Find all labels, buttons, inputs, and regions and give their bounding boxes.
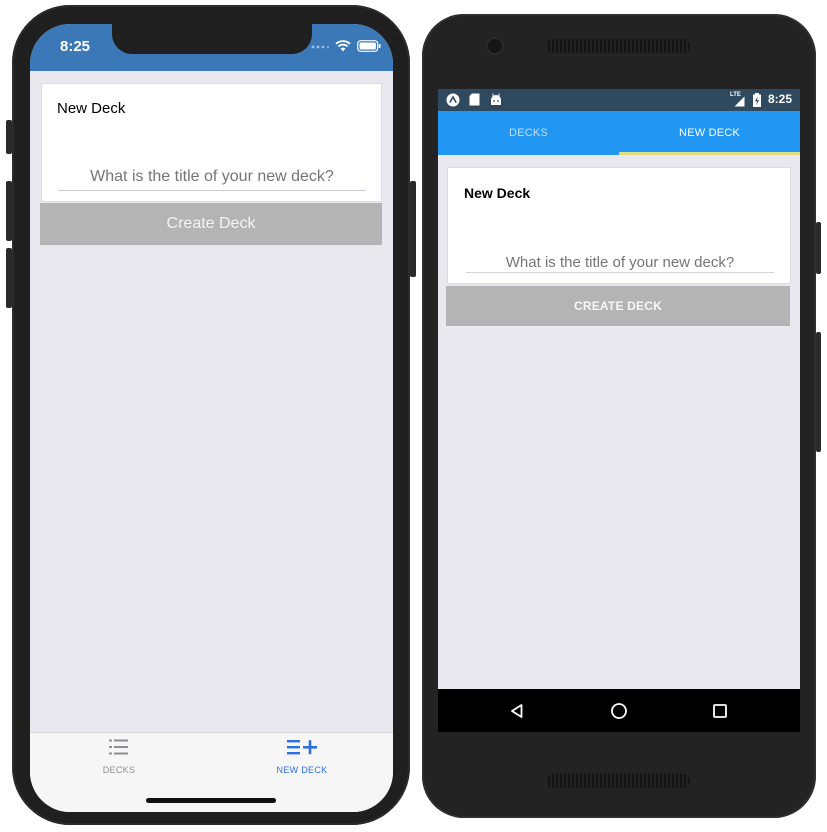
wifi-icon	[335, 39, 351, 57]
iphone-volume-up-button	[6, 181, 12, 241]
ios-status-time: 8:25	[60, 38, 91, 55]
list-add-icon	[286, 738, 318, 761]
android-status-bar: LTE 8:25	[438, 89, 800, 111]
android-screen: LTE 8:25 DECKS NEW DECK New Deck CREATE …	[438, 89, 800, 732]
android-volume-button	[816, 332, 821, 452]
deck-title-input[interactable]	[466, 252, 774, 273]
active-tab-indicator	[619, 152, 800, 155]
home-icon[interactable]	[609, 701, 629, 721]
tab-decks[interactable]: DECKS	[438, 111, 619, 155]
battery-charging-icon	[753, 93, 761, 112]
ios-screen: 8:25 New Deck Create Deck	[30, 24, 393, 812]
front-camera	[488, 39, 502, 53]
top-speaker	[546, 39, 690, 53]
home-indicator[interactable]	[146, 798, 276, 803]
battery-icon	[357, 39, 381, 57]
new-deck-card: New Deck	[447, 167, 791, 284]
android-device: LTE 8:25 DECKS NEW DECK New Deck CREATE …	[422, 14, 821, 818]
signal-strength-icon	[734, 94, 745, 112]
sd-card-icon	[469, 93, 480, 111]
android-status-time: 8:25	[767, 92, 792, 106]
tab-new-deck[interactable]: NEW DECK	[619, 111, 800, 155]
create-deck-button[interactable]: Create Deck	[40, 203, 382, 245]
tab-decks-label: DECKS	[102, 765, 136, 775]
bottom-speaker	[546, 774, 690, 788]
back-icon[interactable]	[507, 701, 527, 721]
android-power-button	[816, 222, 821, 274]
list-icon	[108, 738, 130, 761]
tab-new-deck[interactable]: NEW DECK	[242, 738, 362, 775]
android-debug-icon	[490, 93, 502, 111]
tab-decks[interactable]: DECKS	[59, 738, 179, 775]
android-top-tabs: DECKS NEW DECK	[438, 111, 800, 155]
new-deck-card: New Deck	[41, 83, 382, 202]
card-title: New Deck	[57, 100, 126, 117]
cellular-signal-icon	[311, 39, 329, 57]
iphone-mute-switch	[6, 120, 12, 154]
deck-title-input[interactable]	[58, 164, 366, 191]
ios-tab-bar: DECKS NEW DECK	[30, 732, 393, 812]
iphone-device: 8:25 New Deck Create Deck	[6, 5, 416, 825]
create-deck-button[interactable]: CREATE DECK	[446, 286, 790, 326]
recents-icon[interactable]	[710, 701, 730, 721]
expo-icon	[446, 93, 460, 112]
tab-new-deck-label: NEW DECK	[276, 765, 328, 775]
card-title: New Deck	[464, 185, 531, 201]
iphone-power-button	[410, 181, 416, 277]
ios-notch	[112, 24, 312, 54]
android-navigation-bar	[438, 689, 800, 732]
iphone-volume-down-button	[6, 248, 12, 308]
